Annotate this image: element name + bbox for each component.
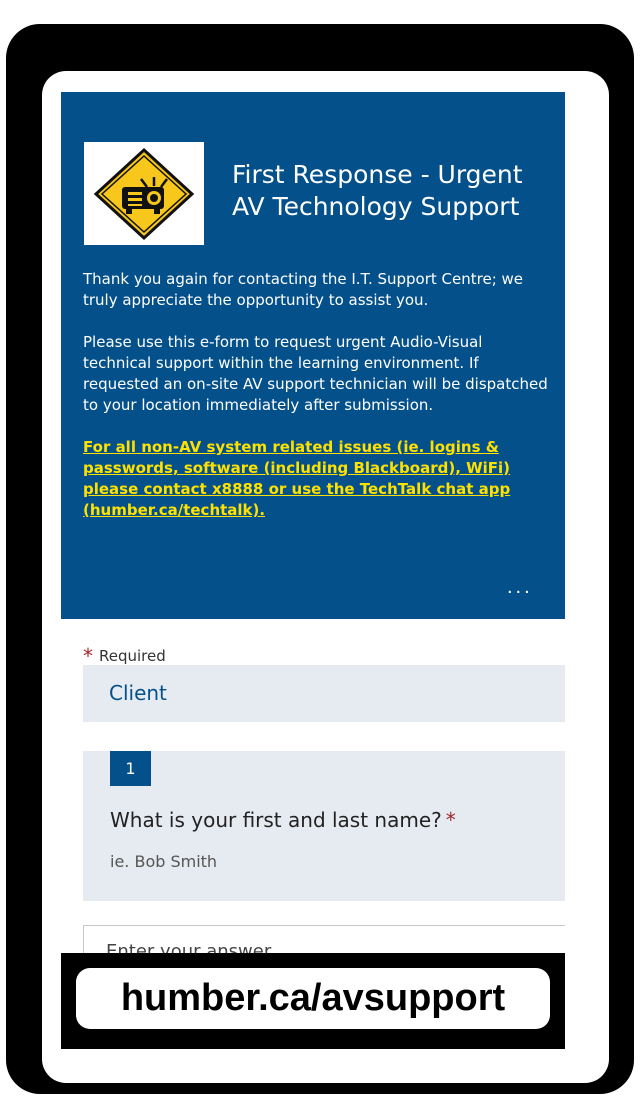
question-number-badge: 1	[110, 751, 151, 786]
required-label: Required	[99, 647, 166, 665]
question-text: What is your first and last name? *	[110, 808, 456, 832]
required-star: *	[445, 808, 456, 832]
question-hint: ie. Bob Smith	[110, 852, 218, 871]
question-card: 1 What is your first and last name? * ie.…	[83, 751, 565, 901]
section-title: Client	[109, 681, 167, 705]
url-banner: humber.ca/avsupport	[61, 953, 565, 1049]
projector-warning-sign-icon	[84, 142, 204, 245]
form-card: First Response - Urgent AV Technology Su…	[61, 92, 565, 1050]
non-av-warning-link[interactable]: For all non-AV system related issues (ie…	[83, 437, 553, 521]
url-banner-text: humber.ca/avsupport	[76, 968, 550, 1029]
more-options-button[interactable]: ...	[507, 576, 533, 599]
question-label: What is your first and last name?	[110, 808, 442, 832]
description-paragraph: Thank you again for contacting the I.T. …	[83, 270, 524, 309]
section-header-client: Client	[83, 665, 565, 722]
description-paragraph: Please use this e-form to request urgent…	[83, 333, 548, 414]
form-description: Thank you again for contacting the I.T. …	[83, 269, 553, 542]
form-header: First Response - Urgent AV Technology Su…	[61, 92, 565, 619]
form-title: First Response - Urgent AV Technology Su…	[232, 160, 523, 221]
screen: First Response - Urgent AV Technology Su…	[42, 71, 609, 1083]
